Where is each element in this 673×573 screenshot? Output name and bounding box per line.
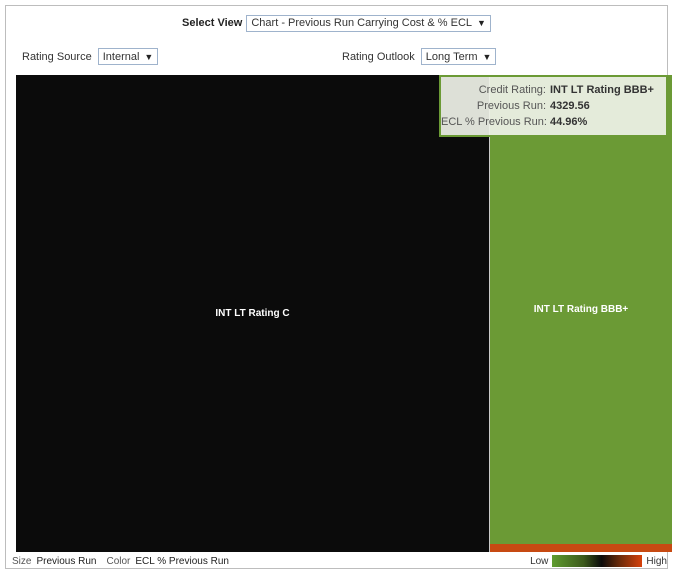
legend-low-label: Low bbox=[530, 555, 549, 567]
rating-outlook-group: Rating Outlook Long Term ▼ bbox=[342, 48, 497, 65]
tooltip-row: Credit Rating: INT LT Rating BBB+ bbox=[441, 82, 660, 98]
select-view-row: Select View Chart - Previous Run Carryin… bbox=[6, 12, 667, 34]
rating-filters-row: Rating Source Internal ▼ Rating Outlook … bbox=[6, 46, 667, 68]
chevron-down-icon: ▼ bbox=[144, 51, 154, 62]
tooltip-row: ECL % Previous Run: 44.96% bbox=[441, 114, 660, 130]
rating-source-group: Rating Source Internal ▼ bbox=[22, 48, 159, 65]
rating-outlook-dropdown[interactable]: Long Term ▼ bbox=[420, 48, 497, 65]
select-view-label: Select View bbox=[182, 17, 243, 29]
tooltip-key: ECL % Previous Run: bbox=[441, 116, 547, 128]
treemap-tile-rating-c[interactable]: INT LT Rating C bbox=[16, 75, 489, 552]
treemap-panel: Select View Chart - Previous Run Carryin… bbox=[5, 5, 672, 571]
tooltip-value: INT LT Rating BBB+ bbox=[550, 84, 654, 96]
rating-source-label: Rating Source bbox=[22, 50, 92, 63]
legend-high-label: High bbox=[646, 555, 667, 567]
rating-source-value: Internal bbox=[102, 50, 140, 63]
tooltip-value: 44.96% bbox=[550, 116, 588, 128]
color-legend: Low High bbox=[530, 551, 667, 571]
chevron-down-icon: ▼ bbox=[477, 18, 486, 28]
treemap-tooltip: Credit Rating: INT LT Rating BBB+ Previo… bbox=[439, 75, 668, 137]
tooltip-key: Previous Run: bbox=[476, 100, 546, 112]
size-value: Previous Run bbox=[36, 555, 97, 567]
treemap-footer: Size Previous Run Color ECL % Previous R… bbox=[6, 551, 667, 571]
legend-gradient bbox=[552, 555, 643, 567]
treemap-tile-rating-bbb-plus[interactable]: INT LT Rating BBB+ bbox=[489, 75, 672, 544]
tile-label: INT LT Rating C bbox=[215, 308, 290, 319]
select-view-value: Chart - Previous Run Carrying Cost & % E… bbox=[251, 17, 473, 29]
tooltip-row: Previous Run: 4329.56 bbox=[441, 98, 660, 114]
select-view-dropdown[interactable]: Chart - Previous Run Carrying Cost & % E… bbox=[246, 14, 491, 32]
tooltip-value: 4329.56 bbox=[550, 100, 590, 112]
rating-source-dropdown[interactable]: Internal ▼ bbox=[97, 48, 159, 65]
tile-label: INT LT Rating BBB+ bbox=[533, 304, 629, 315]
chevron-down-icon: ▼ bbox=[482, 51, 492, 62]
size-label: Size bbox=[12, 555, 32, 567]
color-label: Color bbox=[106, 555, 131, 567]
treemap-chart: INT LT Rating C INT LT Rating BBB+ bbox=[16, 75, 672, 552]
rating-outlook-value: Long Term bbox=[425, 50, 478, 63]
color-value: ECL % Previous Run bbox=[135, 555, 229, 567]
tooltip-key: Credit Rating: bbox=[478, 84, 546, 96]
rating-outlook-label: Rating Outlook bbox=[342, 50, 415, 63]
